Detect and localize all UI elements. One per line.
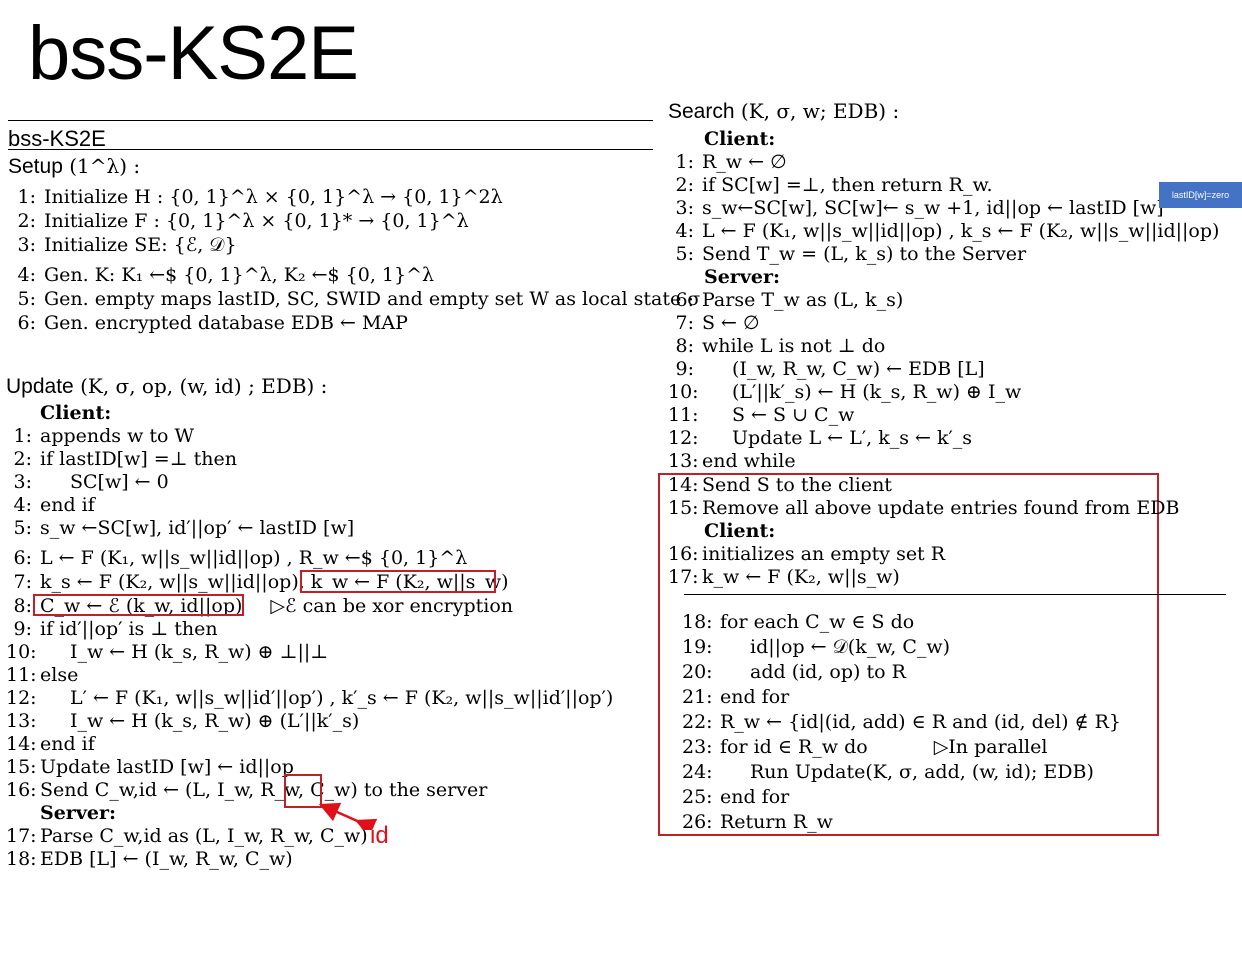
- setup-line-4: 4: Gen. K: K₁ ←$ {0, 1}^λ, K₂ ←$ {0, 1}^λ: [17, 264, 435, 286]
- search-divider: [684, 594, 1226, 595]
- search-line-11: 11: S ← S ∪ C_w: [668, 404, 855, 426]
- update-params: (K, σ, op, (w, id) ; EDB) :: [80, 374, 328, 398]
- update-line-2: 2: if lastID[w] =⊥ then: [13, 448, 238, 470]
- search-line-6: 6: Parse T_w as (L, k_s): [675, 289, 904, 311]
- red-arrow-icon: [318, 802, 378, 830]
- update-line-1: 1: appends w to W: [13, 425, 195, 447]
- search-params: (K, σ, w; EDB) :: [740, 99, 900, 123]
- search-line-1: 1: R_w ← ∅: [675, 151, 787, 173]
- update-line-4: 4: end if: [13, 494, 95, 516]
- highlight-kw-assignment: [300, 570, 496, 593]
- setup-line-2: 2: Initialize F : {0, 1}^λ × {0, 1}* → {0…: [17, 210, 469, 232]
- search-line-15: 15: Remove all above update entries found…: [668, 497, 1180, 519]
- update-line-8-comment: ▷ℰ can be xor encryption: [270, 595, 514, 617]
- search-line-20: 20: add (id, op) to R: [682, 661, 906, 683]
- search-line-13: 13: end while: [668, 450, 796, 472]
- update-line-5: 5: s_w ←SC[w], id′||op′ ← lastID [w]: [13, 517, 355, 539]
- update-line-15: 15: Update lastID [w] ← id||op: [6, 756, 294, 778]
- update-server-label: Server:: [40, 802, 116, 824]
- setup-heading: Setup (1^λ) :: [8, 156, 140, 177]
- update-line-11: 11: else: [6, 664, 79, 686]
- search-server-label: Server:: [704, 266, 780, 288]
- search-line-25: 25: end for: [682, 786, 790, 808]
- search-heading: Search (K, σ, w; EDB) :: [668, 101, 899, 122]
- setup-line-3: 3: Initialize SE: {ℰ, 𝒟}: [17, 234, 237, 256]
- update-line-9: 9: if id′||op′ is ⊥ then: [13, 618, 218, 640]
- search-client2-label: Client:: [704, 520, 776, 542]
- search-client-label: Client:: [704, 128, 776, 150]
- search-line-7: 7: S ← ∅: [675, 312, 760, 334]
- update-line-18: 18: EDB [L] ← (I_w, R_w, C_w): [6, 848, 293, 870]
- search-line-24: 24: Run Update(K, σ, add, (w, id); EDB): [682, 761, 1094, 783]
- update-client-label: Client:: [40, 402, 112, 424]
- setup-line-6: 6: Gen. encrypted database EDB ← MAP: [17, 312, 408, 334]
- highlight-cw-send: [284, 774, 322, 808]
- setup-params: (1^λ) :: [69, 154, 141, 178]
- search-line-17: 17: k_w ← F (K₂, w||s_w): [668, 566, 900, 588]
- search-line-9: 9: (I_w, R_w, C_w) ← EDB [L]: [675, 358, 985, 380]
- algorithm-top-rule: [8, 120, 653, 121]
- update-line-10: 10: I_w ← H (k_s, R_w) ⊕ ⊥||⊥: [6, 641, 329, 663]
- update-line-14: 14: end if: [6, 733, 95, 755]
- search-line-10: 10: (L′||k′_s) ← H (k_s, R_w) ⊕ I_w: [668, 381, 1022, 403]
- update-line-13: 13: I_w ← H (k_s, R_w) ⊕ (L′||k′_s): [6, 710, 360, 732]
- search-line-5: 5: Send T_w = (L, k_s) to the Server: [675, 243, 1027, 265]
- search-line-8: 8: while L is not ⊥ do: [675, 335, 886, 357]
- update-line-6: 6: L ← F (K₁, w||s_w||id||op) , R_w ←$ {0…: [13, 547, 468, 569]
- search-line-4: 4: L ← F (K₁, w||s_w||id||op) , k_s ← F (…: [675, 220, 1220, 242]
- algorithm-header-rule: [8, 149, 653, 150]
- slide-title: bss-KS2E: [28, 11, 359, 96]
- search-line-12: 12: Update L ← L′, k_s ← k′_s: [668, 427, 973, 449]
- update-line-16: 16: Send C_w,id ← (L, I_w, R_w, C_w) to t…: [6, 779, 488, 801]
- sticky-note: lastID[w]=zero: [1159, 182, 1242, 208]
- search-line-2: 2: if SC[w] =⊥, then return R_w.: [675, 174, 993, 196]
- id-annotation: id: [370, 822, 389, 849]
- search-line-16: 16: initializes an empty set R: [668, 543, 946, 565]
- highlight-cw-encryption: [33, 594, 244, 616]
- search-line-3: 3: s_w←SC[w], SC[w]← s_w +1, id||op ← las…: [675, 197, 1164, 219]
- search-line-19: 19: id||op ← 𝒟(k_w, C_w): [682, 636, 951, 658]
- update-line-3: 3: SC[w] ← 0: [13, 471, 169, 493]
- search-line-26: 26: Return R_w: [682, 811, 833, 833]
- update-heading: Update (K, σ, op, (w, id) ; EDB) :: [6, 376, 327, 397]
- setup-line-5: 5: Gen. empty maps lastID, SC, SWID and e…: [17, 288, 701, 310]
- search-line-23-comment: ▷In parallel: [933, 736, 1048, 758]
- search-line-21: 21: end for: [682, 686, 790, 708]
- search-line-23: 23: for id ∈ R_w do ▷In parallel: [682, 736, 1048, 758]
- search-keyword: Search: [668, 100, 735, 123]
- update-line-17: 17: Parse C_w,id as (L, I_w, R_w, C_w): [6, 825, 368, 847]
- setup-keyword: Setup: [8, 155, 63, 178]
- update-keyword: Update: [6, 375, 74, 398]
- search-line-14: 14: Send S to the client: [668, 474, 892, 496]
- search-line-18: 18: for each C_w ∈ S do: [682, 611, 915, 633]
- update-line-12: 12: L′ ← F (K₁, w||s_w||id′||op′) , k′_s …: [6, 687, 614, 709]
- setup-line-1: 1: Initialize H : {0, 1}^λ × {0, 1}^λ → {…: [17, 186, 503, 208]
- search-line-22: 22: R_w ← {id|(id, add) ∈ R and (id, del)…: [682, 711, 1122, 733]
